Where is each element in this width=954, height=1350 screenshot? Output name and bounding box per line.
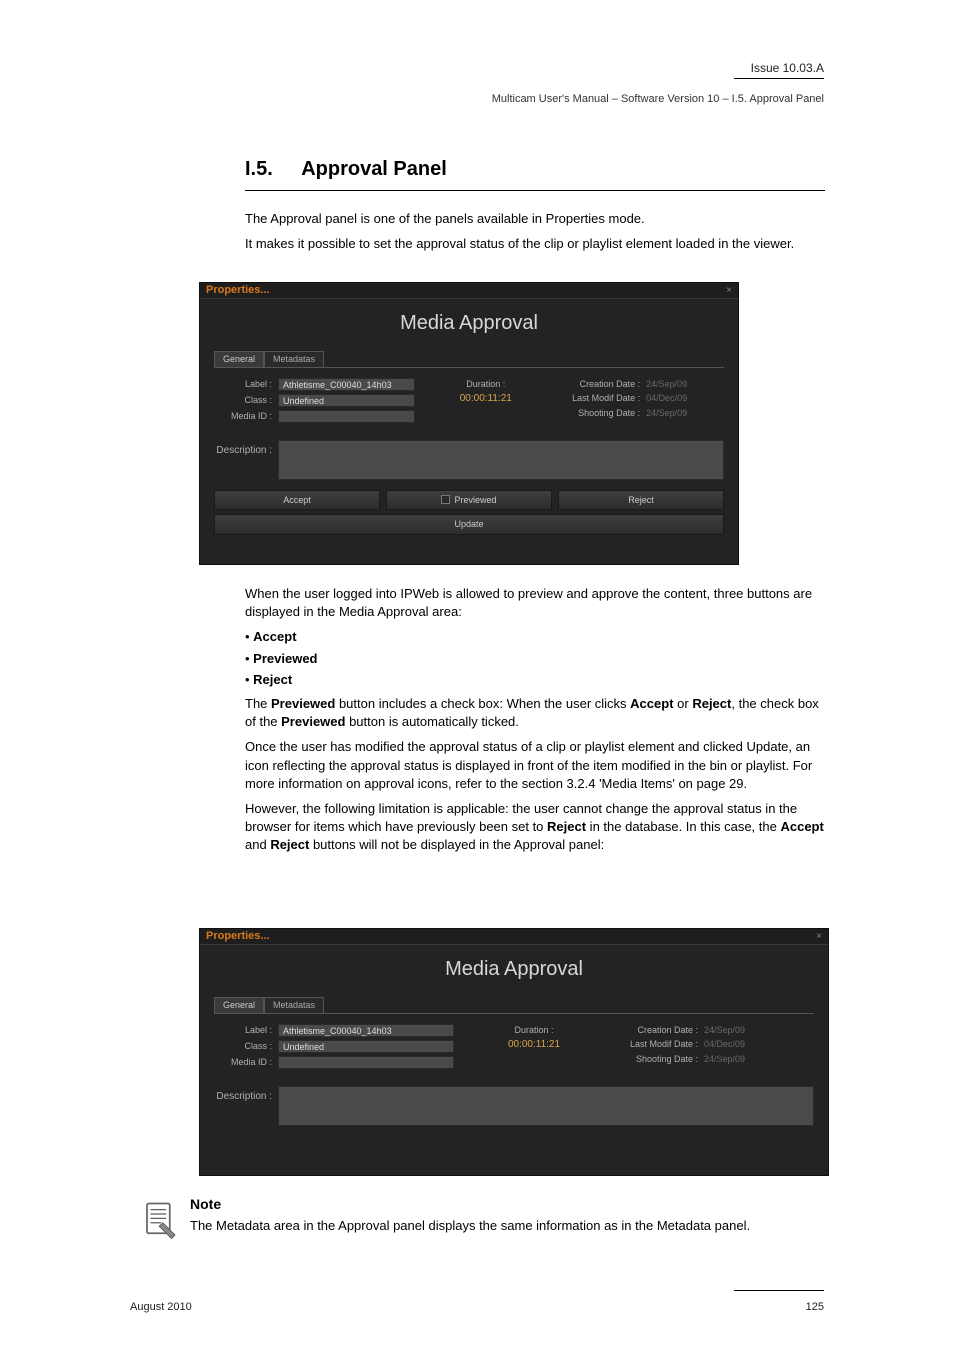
window-title: Properties...: [206, 283, 270, 298]
label-duration: Duration :: [474, 1024, 594, 1037]
issue-label: Issue 10.03.A: [751, 60, 824, 77]
mid-p4: However, the following limitation is app…: [245, 800, 825, 855]
lastmodif-value: 04/Dec/09: [646, 392, 687, 405]
label-input[interactable]: Athletisme_C00040_14h03: [278, 378, 415, 391]
window-title: Properties...: [206, 929, 270, 944]
creation-value: 24/Sep/09: [704, 1024, 745, 1037]
chapter-name: Approval Panel: [301, 158, 447, 180]
screenshot-approval-full: Properties... × Media Approval General M…: [199, 282, 739, 565]
accept-button[interactable]: Accept: [214, 490, 380, 511]
duration-value: 00:00:11:21: [508, 1039, 560, 1050]
label-duration: Duration :: [435, 378, 536, 391]
bullet-reject: Reject: [245, 671, 825, 689]
lastmodif-value: 04/Dec/09: [704, 1038, 745, 1051]
tab-general[interactable]: General: [214, 351, 264, 367]
footer-date: August 2010: [130, 1300, 192, 1315]
class-input[interactable]: Undefined: [278, 1040, 454, 1053]
tab-metadata[interactable]: Metadatas: [264, 997, 324, 1013]
reject-button[interactable]: Reject: [558, 490, 724, 511]
label-shooting: Shooting Date :: [614, 1053, 704, 1066]
label-label: Label :: [214, 378, 278, 391]
bullet-accept: Accept: [245, 628, 825, 646]
label-lastmodif: Last Modif Date :: [614, 1038, 704, 1051]
description-input[interactable]: [278, 1086, 814, 1126]
label-class: Class :: [214, 394, 278, 407]
description-input[interactable]: [278, 440, 724, 480]
mediaid-input[interactable]: [278, 410, 415, 423]
bullet-previewed: Previewed: [245, 650, 825, 668]
label-description: Description :: [214, 440, 278, 458]
chapter-heading: I.5. Approval Panel: [245, 155, 815, 183]
creation-value: 24/Sep/09: [646, 378, 687, 391]
label-description: Description :: [214, 1086, 278, 1104]
label-class: Class :: [214, 1040, 278, 1053]
label-mediaid: Media ID :: [214, 410, 278, 423]
note-title: Note: [190, 1195, 825, 1215]
duration-value: 00:00:11:21: [460, 393, 512, 404]
intro-p1: The Approval panel is one of the panels …: [245, 210, 825, 228]
chapter-rule: [245, 190, 825, 191]
tab-general[interactable]: General: [214, 997, 264, 1013]
note-block: Note The Metadata area in the Approval p…: [190, 1195, 825, 1235]
label-creation: Creation Date :: [556, 378, 646, 391]
running-header: Issue 10.03.A Multicam User's Manual – S…: [0, 60, 954, 90]
intro-text: The Approval panel is one of the panels …: [245, 210, 825, 260]
window-titlebar: Properties... ×: [200, 283, 738, 299]
label-lastmodif: Last Modif Date :: [556, 392, 646, 405]
screenshot-approval-restricted: Properties... × Media Approval General M…: [199, 928, 829, 1176]
label-mediaid: Media ID :: [214, 1056, 278, 1069]
note-icon: [135, 1195, 187, 1247]
note-body: The Metadata area in the Approval panel …: [190, 1217, 825, 1235]
mediaid-input[interactable]: [278, 1056, 454, 1069]
label-creation: Creation Date :: [614, 1024, 704, 1037]
label-input[interactable]: Athletisme_C00040_14h03: [278, 1024, 454, 1037]
update-button[interactable]: Update: [214, 514, 724, 535]
page-number: 125: [806, 1300, 824, 1315]
shooting-value: 24/Sep/09: [646, 407, 687, 420]
tab-metadata[interactable]: Metadatas: [264, 351, 324, 367]
panel-title: Media Approval: [200, 299, 738, 351]
panel-title: Media Approval: [200, 945, 828, 997]
approval-button-row: Accept Previewed Reject: [214, 490, 724, 511]
chapter-number: I.5.: [245, 158, 273, 180]
shooting-value: 24/Sep/09: [704, 1053, 745, 1066]
window-titlebar: Properties... ×: [200, 929, 828, 945]
doc-title: Multicam User's Manual – Software Versio…: [492, 92, 824, 107]
tabs: General Metadatas: [214, 997, 828, 1013]
class-input[interactable]: Undefined: [278, 394, 415, 407]
body-block-1: When the user logged into IPWeb is allow…: [245, 585, 825, 861]
label-shooting: Shooting Date :: [556, 407, 646, 420]
label-label: Label :: [214, 1024, 278, 1037]
close-icon[interactable]: ×: [726, 284, 732, 298]
mid-p3: Once the user has modified the approval …: [245, 738, 825, 793]
intro-p2: It makes it possible to set the approval…: [245, 235, 825, 253]
previewed-checkbox[interactable]: [441, 495, 450, 504]
mid-p2: The Previewed button includes a check bo…: [245, 695, 825, 731]
close-icon[interactable]: ×: [816, 930, 822, 944]
tabs: General Metadatas: [214, 351, 738, 367]
previewed-button[interactable]: Previewed: [386, 490, 552, 511]
mid-p1: When the user logged into IPWeb is allow…: [245, 585, 825, 621]
